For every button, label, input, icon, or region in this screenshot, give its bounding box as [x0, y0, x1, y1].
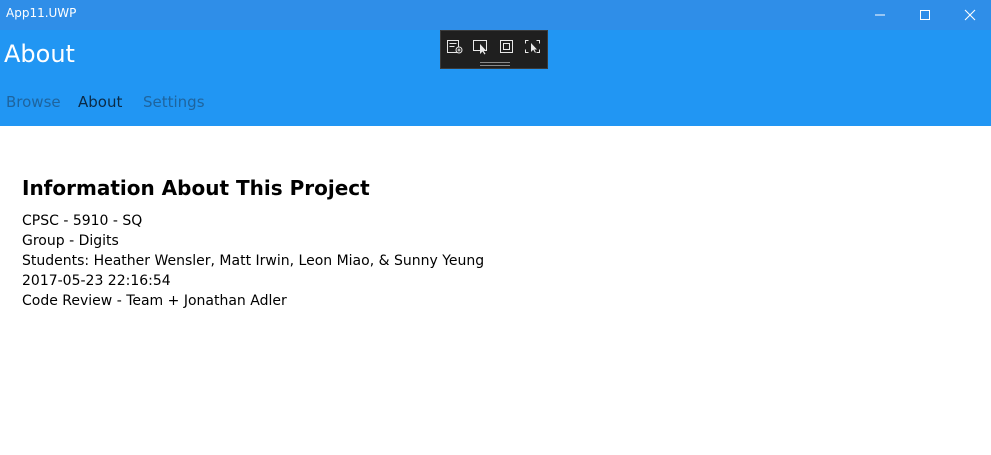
close-button[interactable]: [947, 0, 991, 30]
info-group: Group - Digits: [22, 233, 119, 249]
tab-settings[interactable]: Settings: [143, 93, 205, 111]
project-info-heading: Information About This Project: [22, 176, 370, 200]
tab-browse[interactable]: Browse: [6, 93, 61, 111]
tab-about[interactable]: About: [78, 93, 122, 111]
page-title: About: [4, 40, 75, 68]
about-content: Information About This Project CPSC - 59…: [22, 175, 484, 311]
display-layout-adorners-button[interactable]: [497, 38, 517, 56]
info-students: Students: Heather Wensler, Matt Irwin, L…: [22, 253, 485, 269]
info-timestamp: 2017-05-23 22:16:54: [22, 273, 171, 289]
minimize-button[interactable]: [857, 0, 903, 30]
close-icon: [964, 9, 976, 21]
select-element-button[interactable]: [471, 38, 491, 56]
toolbar-grip[interactable]: [480, 62, 510, 66]
title-bar: App11.UWP: [0, 0, 991, 30]
live-visual-tree-button[interactable]: [445, 38, 465, 56]
project-info-list: CPSC - 5910 - SQ Group - Digits Students…: [22, 211, 484, 311]
select-element-icon: [473, 40, 487, 55]
track-focused-element-icon: [525, 40, 540, 53]
maximize-icon: [920, 10, 930, 20]
live-visual-tree-icon: [447, 40, 463, 54]
xaml-debug-toolbar: [440, 30, 548, 69]
track-focused-element-button[interactable]: [523, 38, 543, 56]
app-title: App11.UWP: [6, 6, 77, 20]
info-code-review: Code Review - Team + Jonathan Adler: [22, 293, 287, 309]
maximize-button[interactable]: [902, 0, 948, 30]
info-course: CPSC - 5910 - SQ: [22, 213, 143, 229]
display-layout-adorners-icon: [500, 40, 513, 53]
minimize-icon: [875, 14, 885, 16]
